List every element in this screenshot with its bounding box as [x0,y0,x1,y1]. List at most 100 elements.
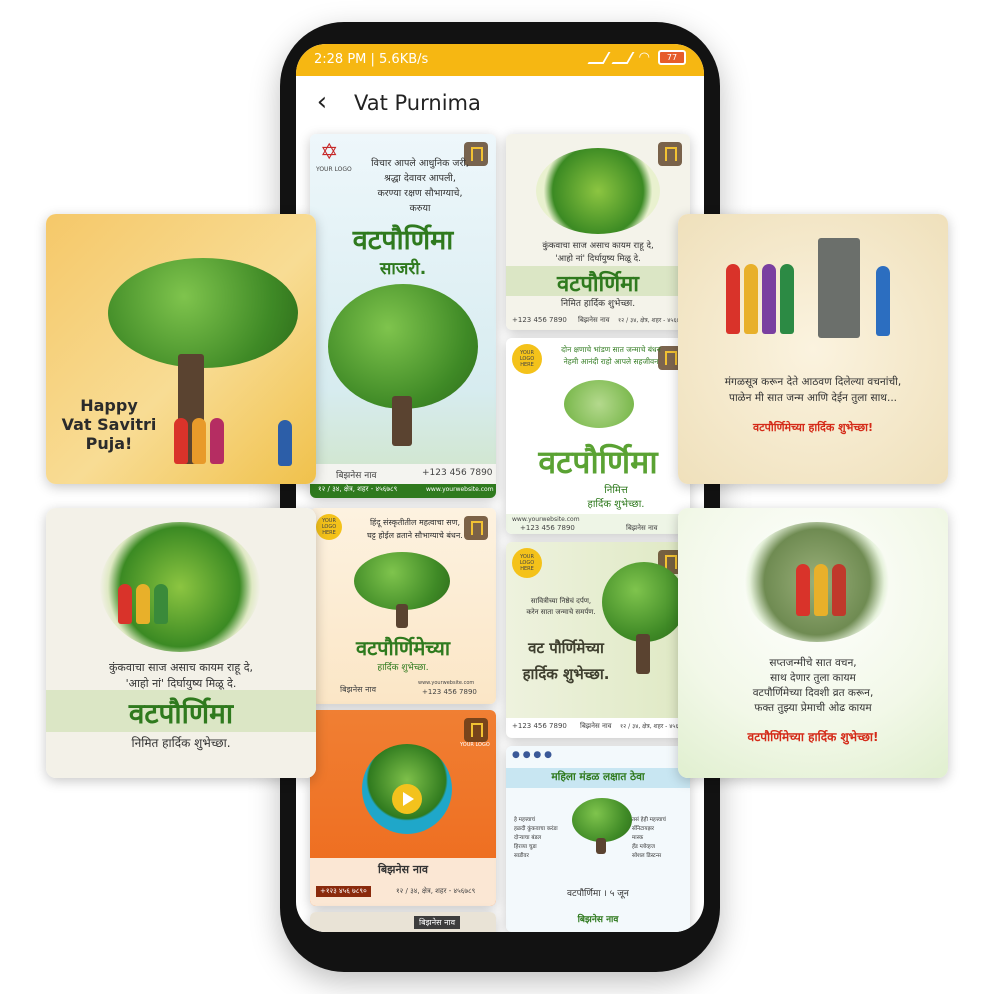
wish-text: निमित्त हार्दिक शुभेच्छा. [587,485,645,510]
logo-star-icon: ✡ [320,140,339,165]
wish-text: निमित हार्दिक शुभेच्छा. [131,736,231,750]
woman-figure [118,584,132,624]
business-name: बिझनेस नाव [578,316,610,324]
tree-trunk [596,838,606,854]
poem-text: हिंदू संस्कृतीतील महत्वाचा सण, घट्ट होईल… [367,518,463,540]
business-name: बिझनेस नाव [414,916,461,929]
business-name: बिझनेस नाव [580,722,612,730]
festival-title: वट पौर्णिमेच्या [528,639,604,657]
business-name: बिझनेस नाव [378,863,428,876]
poem-text: कुंकवाचा साज असाच कायम राहू दे, 'आहो नां… [542,241,654,264]
woman-figure [174,418,188,464]
phone-number: +123 456 7890 [422,688,477,696]
festival-title: वटपौर्णिमा [128,697,234,730]
status-bar: 2:28 PM | 5.6KB/s ◠ 77 [296,44,704,76]
floating-card-kunkvacha-saaj[interactable]: कुंकवाचा साज असाच कायम राहू दे, 'आहो नां… [46,508,316,778]
wish-text: निमित हार्दिक शुभेच्छा. [560,299,636,309]
template-card-mahila-mandal[interactable]: ● ● ● ● महिला मंडळ लक्षात ठेवा हे महत्त्… [506,746,690,932]
business-name: बिझनेस नाव [336,471,377,481]
back-arrow-icon[interactable]: ‹ [308,88,336,116]
floating-card-happy-vat-savitri[interactable]: Happy Vat Savitri Puja! [46,214,316,484]
woman-figure [726,264,740,334]
tree-trunk [818,238,860,338]
social-icons: ● ● ● ● [512,750,552,760]
tree-trunk [392,396,412,446]
women-figures [174,418,224,464]
website-text: www.yourwebsite.com [418,680,475,686]
tree-trunk [636,634,650,674]
bookmark-icon[interactable] [658,142,682,166]
phone-screen: 2:28 PM | 5.6KB/s ◠ 77 ‹ Vat Purnima ✡ Y… [296,44,704,932]
woman-figure [796,564,810,616]
signal-icon [611,51,635,64]
poem-text: कुंकवाचा साज असाच कायम राहू दे, 'आहो नां… [108,661,254,690]
festival-title: वटपौर्णिमा [352,225,454,256]
tree-outline-image [564,380,634,428]
woman-figure [780,264,794,334]
template-card-hindu-sanskruti[interactable]: YOUR LOGO HERE हिंदू संस्कृतीतील महत्वाच… [310,508,496,704]
banyan-tree-image [354,552,450,610]
woman-figure [876,266,890,336]
woman-figure [278,420,292,466]
logo-text: YOUR LOGO HERE [321,518,337,536]
festival-title: वटपौर्णिमा [557,272,639,297]
poem-text: विचार आपले आधुनिक जरी, श्रद्धा देवावर आप… [371,158,469,214]
tree-trunk [396,604,408,628]
bookmark-icon[interactable] [464,718,488,742]
page-title: Vat Purnima [354,91,481,115]
poem-text: मंगळसूत्र करून देते आठवण दिलेल्या वचनांच… [724,376,902,404]
address-text: १२ / ३४, क्षेत्र, शहर - ४५६७८९ [396,887,476,895]
template-card-kunkvacha-saaj[interactable]: कुंकवाचा साज असाच कायम राहू दे, 'आहो नां… [506,134,690,330]
status-time: 2:28 PM | 5.6KB/s [314,52,429,67]
checklist-title: महिला मंडळ लक्षात ठेवा [551,771,645,783]
woman-figure [832,564,846,616]
template-card-video-orange[interactable]: YOUR LOGO बिझनेस नाव +१२३ ४५६ ७८९० १२ / … [310,710,496,906]
festival-title: वटपौर्णिमेच्या [355,636,451,660]
address-text: १२ / ३४, क्षेत्र, शहर - ४५६७८९ [318,485,398,493]
woman-figure [814,564,828,616]
banyan-tree-image [328,284,478,409]
floating-card-mangalsutra[interactable]: मंगळसूत्र करून देते आठवण दिलेल्या वचनांच… [678,214,948,484]
wish-text: हार्दिक शुभेच्छा. [377,663,429,673]
template-card-partial[interactable]: बिझनेस नाव [310,912,496,932]
phone-number: +123 456 7890 [512,722,567,730]
floating-card-saptajanmiche[interactable]: सप्तजन्मीचे सात वचन, साथ देणार तुला कायम… [678,508,948,778]
play-video-icon[interactable] [392,784,422,814]
website-text: www.yourwebsite.com [512,516,580,523]
business-name: बिझनेस नाव [577,915,619,925]
tree-watercolor-image [536,148,660,234]
women-figures [796,564,846,616]
phone-number: +123 456 7890 [422,468,493,478]
phone-number: +१२३ ४५६ ७८९० [316,886,371,897]
festival-subtitle: साजरी. [379,259,427,279]
banyan-tree-image [108,258,298,368]
festival-title: वटपौर्णिमा [538,443,658,481]
website-text: www.yourwebsite.com [426,486,494,493]
women-figures [118,584,168,624]
poem-text: सप्तजन्मीचे सात वचन, साथ देणार तुला कायम… [752,657,874,714]
app-bar: ‹ Vat Purnima [296,76,704,132]
phone-number: +123 456 7890 [520,524,575,532]
woman-figure [744,264,758,334]
template-card-vatpournima-tree[interactable]: ✡ YOUR LOGO विचार आपले आधुनिक जरी, श्रद्… [310,134,496,498]
signal-icon [587,51,611,64]
battery-icon: 77 [658,50,686,65]
logo-text: YOUR LOGO [316,166,352,173]
tree-image [572,798,632,842]
address-text: १२ / ३४, क्षेत्र, शहर - ४५६७८९ [618,317,686,324]
template-card-don-kshanache[interactable]: YOUR LOGO HERE दोन क्षणाचे भांडण सात जन्… [506,338,690,534]
checklist-left: हे महत्त्वाचं हळदी कुंकवाचा करंडा दोऱ्या… [514,817,558,859]
woman-figure [210,418,224,464]
festival-date: वटपौर्णिमा । ५ जून [567,889,629,899]
women-figures [726,264,794,334]
wifi-icon: ◠ [638,50,650,65]
business-name: बिझनेस नाव [340,685,377,694]
woman-figure [192,418,206,464]
poem-text: सावित्रीच्या निष्ठेचं दर्पण, करेन साता ज… [526,597,596,616]
template-card-savitrichya-nishtha[interactable]: YOUR LOGO HERE सावित्रीच्या निष्ठेचं दर्… [506,542,690,738]
logo-text: YOUR LOGO [460,742,490,748]
greeting-text: Happy Vat Savitri Puja! [61,396,157,453]
checklist-right: तसं हेही महत्त्वाचं सॅनिटायझर मास्क हँड … [632,817,666,859]
wish-text: हार्दिक शुभेच्छा. [522,665,610,683]
business-name: बिझनेस नाव [626,524,658,532]
